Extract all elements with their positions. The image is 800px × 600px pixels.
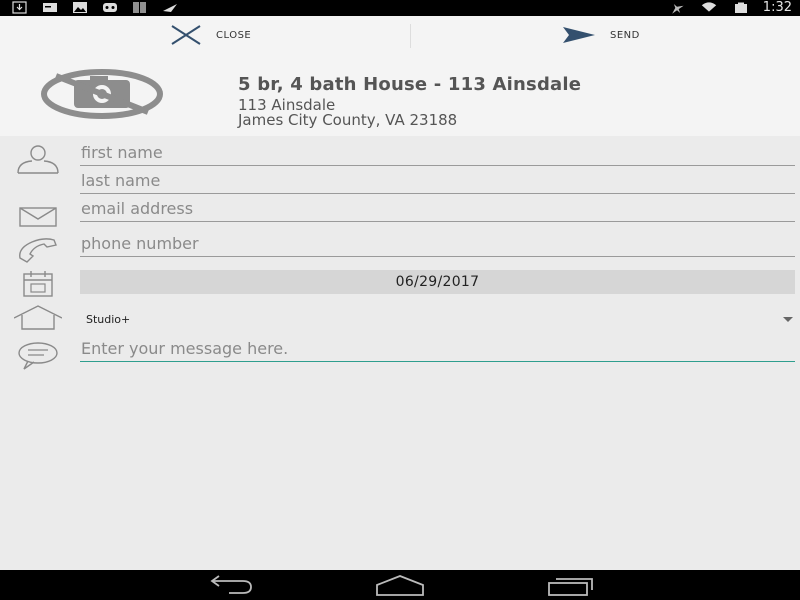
email-input[interactable]	[80, 196, 795, 221]
close-label: CLOSE	[216, 29, 252, 41]
phone-icon	[19, 238, 57, 263]
date-picker-button[interactable]: 06/29/2017	[80, 270, 795, 294]
message-field[interactable]	[80, 336, 795, 362]
phone-input[interactable]	[80, 231, 795, 256]
status-time: 1:32	[762, 0, 792, 15]
listing-address-line2: James City County, VA 23188	[238, 111, 458, 129]
battery-icon	[734, 2, 747, 13]
message-input[interactable]	[80, 336, 795, 361]
email-field[interactable]	[80, 196, 795, 222]
first-name-field[interactable]	[80, 140, 795, 166]
first-name-input[interactable]	[80, 140, 795, 165]
action-divider	[410, 24, 411, 48]
listing-header: 5 br, 4 bath House - 113 Ainsdale 113 Ai…	[0, 54, 800, 136]
status-bar: 1:32	[0, 0, 800, 16]
speech-bubble-icon	[18, 342, 58, 370]
card-icon	[43, 3, 57, 12]
photo-icon	[73, 2, 87, 13]
calendar-icon	[23, 271, 53, 297]
barcode-icon	[133, 2, 146, 13]
game-controller-icon	[103, 3, 117, 12]
wifi-icon	[701, 1, 716, 12]
close-icon	[171, 25, 201, 45]
no-photo-icon	[41, 69, 163, 119]
phone-field[interactable]	[80, 231, 795, 257]
dropdown-caret-icon	[783, 317, 793, 322]
action-bar: CLOSE SEND	[0, 16, 800, 54]
contact-form: 06/29/2017 Studio+	[0, 136, 800, 570]
person-icon	[17, 145, 59, 174]
navigation-bar	[0, 570, 800, 600]
home-icon[interactable]	[375, 574, 425, 596]
last-name-field[interactable]	[80, 168, 795, 194]
send-button[interactable]: SEND	[562, 16, 640, 54]
close-button[interactable]: CLOSE	[170, 16, 251, 54]
system-status-icons: 1:32	[669, 0, 792, 16]
property-type-value: Studio+	[86, 312, 131, 326]
airplane-mode-icon	[671, 3, 684, 14]
envelope-icon	[19, 207, 57, 227]
listing-title: 5 br, 4 bath House - 113 Ainsdale	[238, 74, 582, 95]
house-icon	[14, 305, 62, 330]
send-label: SEND	[610, 29, 640, 41]
last-name-input[interactable]	[80, 168, 795, 193]
back-icon[interactable]	[205, 574, 255, 596]
download-icon	[12, 1, 27, 14]
recent-apps-icon[interactable]	[546, 574, 596, 596]
notification-icons	[12, 1, 178, 14]
plane-icon	[163, 4, 177, 12]
property-type-select[interactable]: Studio+	[80, 308, 795, 330]
send-icon	[563, 27, 595, 43]
